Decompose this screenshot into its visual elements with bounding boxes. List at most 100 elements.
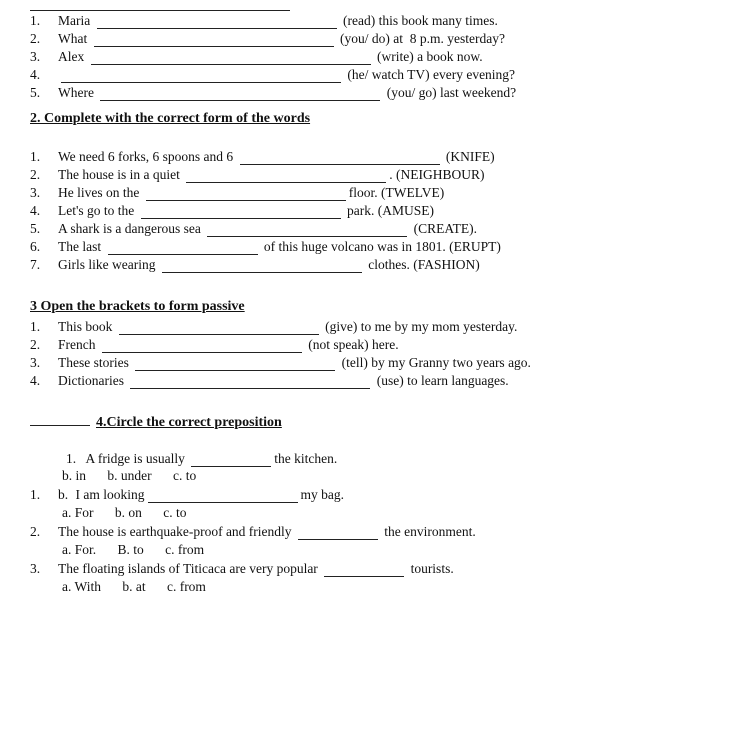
blank[interactable]: [94, 46, 334, 47]
item-text: The house is in a quiet . (NEIGHBOUR): [58, 167, 484, 183]
blank[interactable]: [148, 502, 298, 503]
section-1: 1. Maria (read) this book many times. 2.…: [30, 13, 720, 101]
item-num: 5.: [30, 85, 58, 101]
section-4-title: 4.Circle the correct preposition: [96, 415, 282, 431]
list-item: 4. (he/ watch TV) every evening?: [30, 67, 720, 83]
blank[interactable]: [162, 272, 362, 273]
blank[interactable]: [240, 164, 440, 165]
item-num: 2.: [30, 337, 58, 353]
item-num: 5.: [30, 221, 58, 237]
list-item: 3. These stories (tell) by my Granny two…: [30, 355, 720, 371]
list-item: 6. The last of this huge volcano was in …: [30, 239, 720, 255]
item-num: 3.: [30, 185, 58, 201]
item-text: 1. A fridge is usually the kitchen.: [66, 451, 337, 466]
item-text: What (you/ do) at 8 p.m. yesterday?: [58, 31, 505, 47]
item-text: Let's go to the park. (AMUSE): [58, 203, 434, 219]
list-item: 5. Where (you/ go) last weekend?: [30, 85, 720, 101]
item-text: These stories (tell) by my Granny two ye…: [58, 355, 531, 371]
blank[interactable]: [141, 218, 341, 219]
section-3-title: 3 Open the brackets to form passive: [30, 299, 720, 315]
item-text: We need 6 forks, 6 spoons and 6 (KNIFE): [58, 149, 495, 165]
option[interactable]: a. For: [62, 505, 94, 520]
section-2: 2. Complete with the correct form of the…: [30, 111, 720, 273]
option[interactable]: c. from: [167, 579, 206, 594]
list-item: 1. A fridge is usually the kitchen.: [66, 451, 720, 467]
item-text: Alex (write) a book now.: [58, 49, 483, 65]
section-4: 4.Circle the correct preposition 1. A fr…: [30, 399, 720, 595]
options-row: a. For b. on c. to: [62, 505, 720, 521]
option[interactable]: a. For.: [62, 542, 96, 557]
blank[interactable]: [102, 352, 302, 353]
item-text: The house is earthquake-proof and friend…: [58, 524, 476, 540]
blank[interactable]: [100, 100, 380, 101]
blank[interactable]: [91, 64, 371, 65]
list-item: 1. b. I am lookingmy bag.: [30, 487, 720, 503]
blank[interactable]: [130, 388, 370, 389]
item-text: b. I am lookingmy bag.: [58, 487, 344, 503]
list-item: 1. We need 6 forks, 6 spoons and 6 (KNIF…: [30, 149, 720, 165]
option[interactable]: c. to: [173, 468, 196, 483]
item-num: 1.: [30, 149, 58, 165]
blank[interactable]: [324, 576, 404, 577]
blank[interactable]: [298, 539, 378, 540]
item-num: 4.: [30, 67, 58, 83]
option[interactable]: b. on: [115, 505, 142, 520]
option[interactable]: c. from: [165, 542, 204, 557]
option[interactable]: b. under: [107, 468, 151, 483]
item-num: 3.: [30, 561, 58, 577]
options-row: a. For. B. to c. from: [62, 542, 720, 558]
blank[interactable]: [61, 82, 341, 83]
list-item: 4. Dictionaries (use) to learn languages…: [30, 373, 720, 389]
list-item: 5. A shark is a dangerous sea (CREATE).: [30, 221, 720, 237]
item-num: 4.: [30, 373, 58, 389]
item-num: 3.: [30, 355, 58, 371]
section-3: 3 Open the brackets to form passive 1. T…: [30, 283, 720, 389]
item-num: 4.: [30, 203, 58, 219]
blank[interactable]: [135, 370, 335, 371]
blank[interactable]: [186, 182, 386, 183]
blank[interactable]: [191, 466, 271, 467]
item-text: (he/ watch TV) every evening?: [58, 67, 515, 83]
option[interactable]: B. to: [118, 542, 144, 557]
list-item: 2. What (you/ do) at 8 p.m. yesterday?: [30, 31, 720, 47]
item-num: 2.: [30, 167, 58, 183]
item-text: Maria (read) this book many times.: [58, 13, 498, 29]
list-item: 7. Girls like wearing clothes. (FASHION): [30, 257, 720, 273]
item-text: The floating islands of Titicaca are ver…: [58, 561, 454, 577]
item-num: 7.: [30, 257, 58, 273]
item-text: Dictionaries (use) to learn languages.: [58, 373, 509, 389]
item-text: Girls like wearing clothes. (FASHION): [58, 257, 480, 273]
list-item: 2. French (not speak) here.: [30, 337, 720, 353]
option[interactable]: a. With: [62, 579, 101, 594]
item-num: 6.: [30, 239, 58, 255]
item-text: Where (you/ go) last weekend?: [58, 85, 516, 101]
section-4-prefix-line: [30, 425, 90, 426]
blank[interactable]: [108, 254, 258, 255]
item-text: A shark is a dangerous sea (CREATE).: [58, 221, 477, 237]
list-item: 3. The floating islands of Titicaca are …: [30, 561, 720, 577]
list-item: 3. Alex (write) a book now.: [30, 49, 720, 65]
option[interactable]: c. to: [163, 505, 186, 520]
item-num: 2.: [30, 524, 58, 540]
list-item: 1. This book (give) to me by my mom yest…: [30, 319, 720, 335]
option[interactable]: b. at: [122, 579, 145, 594]
options-row: a. With b. at c. from: [62, 579, 720, 595]
option[interactable]: b. in: [62, 468, 86, 483]
blank[interactable]: [97, 28, 337, 29]
top-line: [30, 10, 290, 11]
section-2-title: 2. Complete with the correct form of the…: [30, 111, 720, 127]
blank[interactable]: [207, 236, 407, 237]
blank[interactable]: [146, 200, 346, 201]
item-num: 1.: [30, 13, 58, 29]
item-text: This book (give) to me by my mom yesterd…: [58, 319, 517, 335]
options-row: b. in b. under c. to: [62, 468, 720, 484]
item-text: He lives on the floor. (TWELVE): [58, 185, 444, 201]
item-num: 1.: [30, 487, 58, 503]
list-item: 2. The house is earthquake-proof and fri…: [30, 524, 720, 540]
item-text: French (not speak) here.: [58, 337, 399, 353]
item-text: The last of this huge volcano was in 180…: [58, 239, 501, 255]
item-num: 1.: [30, 319, 58, 335]
blank[interactable]: [119, 334, 319, 335]
list-item: 1. Maria (read) this book many times.: [30, 13, 720, 29]
list-item: 4. Let's go to the park. (AMUSE): [30, 203, 720, 219]
